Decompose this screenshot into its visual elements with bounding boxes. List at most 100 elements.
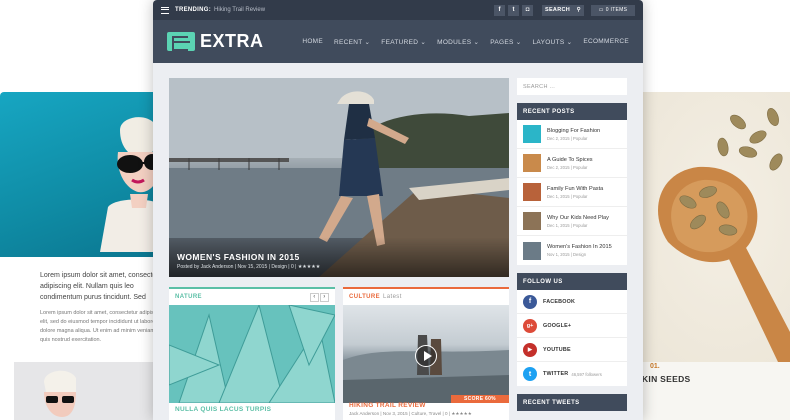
recent-tweets-widget: RECENT TWEETS (517, 394, 627, 411)
play-video-icon[interactable] (415, 345, 437, 367)
twitter-follower-count: 46,597 followers (571, 371, 602, 377)
nature-post-title[interactable]: NULLA QUIS LACUS TURPIS (175, 406, 271, 413)
social-links: f t ◘ SEARCH ⚲ ▭ 0 ITEMS (494, 4, 635, 16)
culture-module-header: CULTURE Latest (343, 287, 509, 305)
hiking-couple-video[interactable]: SCORE 60% (343, 305, 509, 403)
follow-googleplus[interactable]: g+ GOOGLE+ (517, 314, 627, 338)
nav-item-ecommerce[interactable]: ECOMMERCE (583, 38, 629, 46)
recent-post-title[interactable]: Family Fun With Pasta (547, 186, 603, 192)
right-article-number: 01. (650, 363, 660, 370)
post-thumbnail (523, 154, 541, 172)
agave-plant-image[interactable] (169, 305, 335, 403)
twitter-icon: t (523, 367, 537, 381)
follow-us-heading: FOLLOW US (517, 273, 627, 290)
spoon-seeds-illustration (658, 108, 790, 362)
culture-post-title[interactable]: HIKING TRAIL REVIEW (349, 402, 426, 409)
nav-item-featured[interactable]: FEATURED ⌄ (381, 38, 426, 46)
nav-menu: HOME RECENT ⌄ FEATURED ⌄ MODULES ⌄ PAGES… (302, 38, 629, 46)
recent-post-title[interactable]: Women's Fashion In 2015 (547, 244, 612, 250)
recent-post-title[interactable]: Why Our Kids Need Play (547, 215, 609, 221)
trending-label: TRENDING: (175, 7, 212, 13)
hamburger-menu-icon[interactable] (161, 6, 169, 14)
recent-post-item[interactable]: A Guide To Spices Dec 2, 2015 | Popular (517, 149, 627, 178)
main-content: WOMEN'S FASHION IN 2015 Posted by Jack A… (169, 78, 509, 420)
recent-post-meta: Dec 1, 2015 | Popular (547, 193, 588, 199)
nav-item-modules[interactable]: MODULES ⌄ (437, 38, 479, 46)
follow-label: GOOGLE+ (543, 322, 572, 329)
recent-tweets-heading: RECENT TWEETS (517, 394, 627, 411)
recent-posts-heading: RECENT POSTS (517, 103, 627, 120)
top-bar: TRENDING: Hiking Trail Review f t ◘ SEAR… (153, 0, 643, 20)
extra-logo-icon[interactable] (167, 32, 195, 51)
left-article-body: Lorem ipsum dolor sit amet, consectetur … (40, 310, 164, 343)
nav-item-recent[interactable]: RECENT ⌄ (334, 38, 370, 46)
instagram-icon[interactable]: ◘ (522, 4, 533, 16)
google-plus-icon: g+ (523, 318, 537, 333)
nav-item-home[interactable]: HOME (302, 38, 323, 46)
fashion-portrait-image (0, 92, 165, 257)
cart-label: 0 ITEMS (605, 7, 628, 13)
search-icon: ⚲ (576, 7, 581, 13)
left-article-headline: Lorem ipsum dolor sit amet, consectetur … (40, 272, 165, 301)
post-thumbnail (523, 125, 541, 143)
agave-illustration (169, 305, 335, 403)
follow-label: TWITTER (543, 371, 569, 377)
trending-link[interactable]: Hiking Trail Review (214, 7, 265, 13)
culture-category-label[interactable]: CULTURE (349, 294, 380, 300)
follow-facebook[interactable]: f FACEBOOK (517, 290, 627, 314)
recent-post-item[interactable]: Women's Fashion In 2015 Nov 1, 2015 | Des… (517, 236, 627, 265)
nav-item-layouts[interactable]: LAYOUTS ⌄ (533, 38, 573, 46)
culture-category-module: CULTURE Latest SCORE 60% HIKING TRAIL RE… (343, 287, 509, 420)
nature-module-header: NATURE ‹ › (169, 287, 335, 305)
follow-label: FACEBOOK (543, 298, 576, 305)
review-score-badge: SCORE 60% (451, 395, 509, 403)
recent-post-meta: Dec 2, 2015 | Popular (547, 135, 588, 141)
recent-post-title[interactable]: Blogging For Fashion (547, 128, 600, 134)
prev-arrow-icon[interactable]: ‹ (310, 292, 319, 302)
recent-post-item[interactable]: Blogging For Fashion Dec 2, 2015 | Popula… (517, 120, 627, 149)
post-thumbnail (523, 212, 541, 230)
follow-youtube[interactable]: ▶ YOUTUBE (517, 338, 627, 362)
recent-post-item[interactable]: Why Our Kids Need Play Dec 1, 2015 | Popu… (517, 207, 627, 236)
facebook-icon: f (523, 294, 537, 309)
nature-category-label[interactable]: NATURE (175, 294, 202, 300)
left-article-text: Lorem ipsum dolor sit amet, consectetur … (40, 270, 165, 345)
recent-post-meta: Dec 1, 2015 | Popular (547, 222, 588, 228)
youtube-icon: ▶ (523, 342, 537, 357)
culture-post-meta: Jack Anderson | Nov 3, 2015 | Culture, T… (349, 411, 472, 416)
recent-posts-widget: RECENT POSTS Blogging For Fashion Dec 2, … (517, 103, 627, 265)
post-thumbnail (523, 183, 541, 201)
carousel-controls: ‹ › (310, 292, 329, 302)
recent-post-meta: Dec 2, 2015 | Popular (547, 164, 588, 170)
recent-post-meta: Nov 1, 2015 | Design (547, 252, 587, 257)
site-logo-text[interactable]: EXTRA (200, 31, 264, 52)
top-search-label: SEARCH (545, 7, 571, 13)
portrait-thumbnail-illustration (14, 362, 154, 420)
nav-item-pages[interactable]: PAGES ⌄ (490, 38, 521, 46)
follow-us-widget: FOLLOW US f FACEBOOK g+ GOOGLE+ ▶ YOUTUB… (517, 273, 627, 386)
twitter-icon[interactable]: t (508, 4, 519, 16)
next-arrow-icon[interactable]: › (320, 292, 329, 302)
hero-post-title[interactable]: WOMEN'S FASHION IN 2015 (177, 252, 300, 262)
facebook-icon[interactable]: f (494, 4, 505, 16)
hero-post-meta: Posted by Jack Anderson | Nov 15, 2015 |… (177, 264, 321, 270)
recent-post-title[interactable]: A Guide To Spices (547, 157, 593, 163)
featured-post-slider[interactable]: WOMEN'S FASHION IN 2015 Posted by Jack A… (169, 78, 509, 277)
culture-latest-tab[interactable]: Latest (383, 294, 402, 300)
main-navigation: EXTRA HOME RECENT ⌄ FEATURED ⌄ MODULES ⌄… (153, 20, 643, 63)
cart-button[interactable]: ▭ 0 ITEMS (591, 4, 635, 16)
follow-twitter[interactable]: t TWITTER 46,597 followers (517, 362, 627, 386)
recent-post-item[interactable]: Family Fun With Pasta Dec 1, 2015 | Popul… (517, 178, 627, 207)
sidebar-search-input[interactable]: SEARCH ... (517, 78, 627, 95)
follow-label: YOUTUBE (543, 346, 571, 353)
background-article-page-left: Lorem ipsum dolor sit amet, consectetur … (0, 92, 165, 420)
nature-category-module: NATURE ‹ › NULLA QUIS LACUS TURPIS (169, 287, 335, 420)
left-thumbnail-image (14, 362, 154, 420)
extra-theme-window: TRENDING: Hiking Trail Review f t ◘ SEAR… (153, 0, 643, 420)
cart-icon: ▭ (598, 7, 604, 13)
top-search-box[interactable]: SEARCH ⚲ (542, 4, 584, 16)
right-article-caption: PKIN SEEDS (636, 374, 691, 384)
sidebar: SEARCH ... RECENT POSTS Blogging For Fas… (517, 78, 627, 411)
spices-spoon-image (628, 92, 790, 362)
background-article-page-right: 01. PKIN SEEDS (628, 92, 790, 420)
